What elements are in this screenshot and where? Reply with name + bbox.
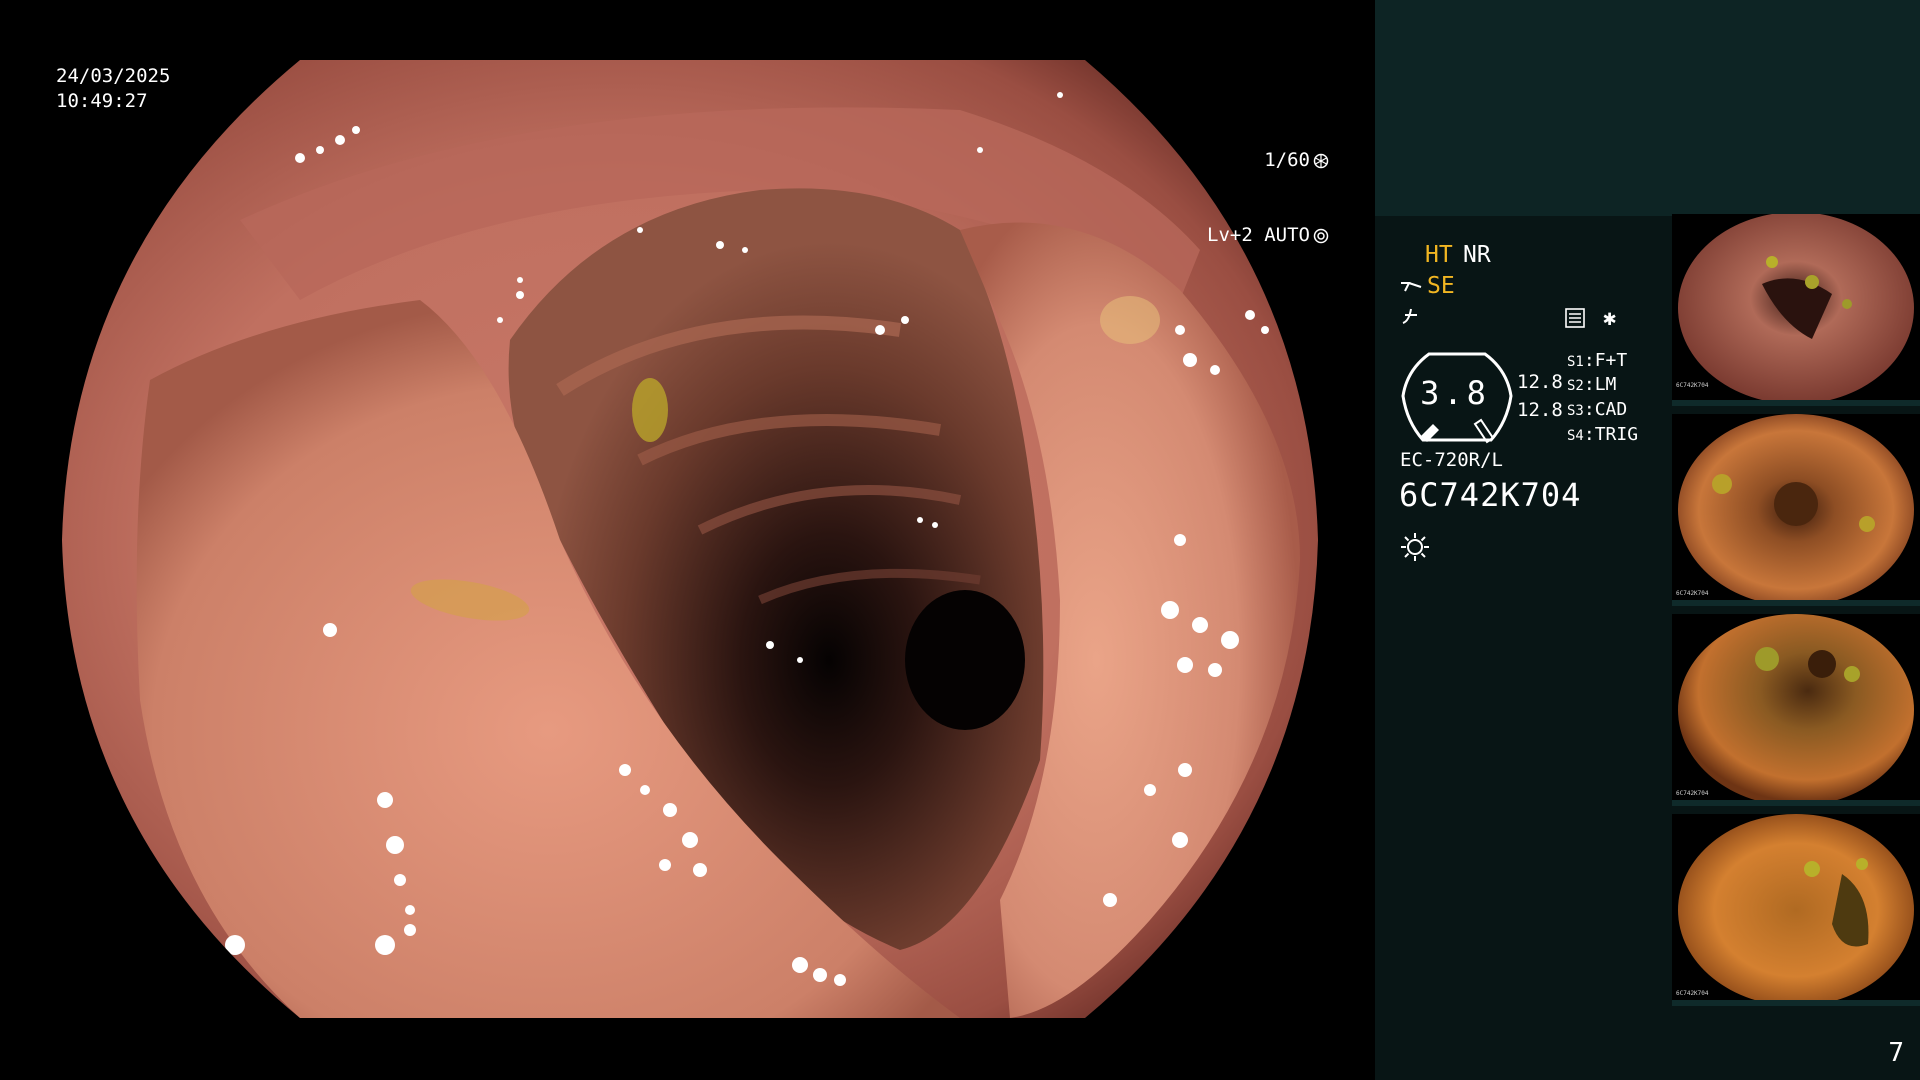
switch-label: LM	[1594, 374, 1617, 395]
record-menu-icon	[1565, 308, 1585, 328]
thumbnail-strip	[1672, 600, 1920, 606]
thumbnail-image	[1678, 214, 1914, 404]
timestamp: 24/03/2025 10:49:27	[56, 64, 170, 114]
switch-label: F+T	[1594, 350, 1628, 371]
captured-image-thumbnail[interactable]: 6C742K704	[1672, 214, 1920, 406]
switch-key: S1	[1567, 354, 1584, 370]
value-2: 12.8	[1517, 399, 1563, 421]
switch-key: S2	[1567, 378, 1584, 394]
switch-label: CAD	[1594, 399, 1628, 420]
endoscopic-view: 24/03/2025 10:49:27 1/60 Lv+2 AUTO	[0, 0, 1375, 1080]
light-level-text: Lv+2 AUTO	[1207, 224, 1310, 246]
star-icon: ✱	[1603, 306, 1617, 331]
thumbnail-strip	[1672, 800, 1920, 806]
thumbnail-serial: 6C742K704	[1676, 790, 1709, 797]
thumbnail-image	[1678, 614, 1914, 806]
switch-key: S4	[1567, 428, 1584, 444]
shutter-speed-text: 1/60	[1264, 149, 1310, 171]
panel-header-area	[1375, 0, 1920, 216]
shutter-icon	[1313, 153, 1329, 168]
thumbnail-image	[1678, 414, 1914, 606]
light-source-icon	[1401, 533, 1429, 561]
scope-model: EC-720R/L	[1400, 449, 1503, 471]
thumbnail-serial: 6C742K704	[1676, 990, 1709, 997]
zoom-value: 3.8	[1420, 374, 1490, 412]
thumbnail-strip	[1672, 1000, 1920, 1006]
switch-label: TRIG	[1594, 424, 1639, 445]
time-text: 10:49:27	[56, 90, 148, 112]
mode-ht-indicator: HT	[1425, 242, 1453, 268]
mode-nr-indicator: NR	[1463, 242, 1491, 268]
auto-iris-icon	[1313, 228, 1329, 243]
scope-switch-4: S4:TRIG	[1567, 424, 1639, 445]
thumbnail-serial: 6C742K704	[1676, 382, 1709, 389]
thumbnail-image	[1678, 814, 1914, 1006]
captured-image-thumbnail[interactable]: 6C742K704	[1672, 414, 1920, 606]
scope-switch-3: S3:CAD	[1567, 399, 1628, 420]
thumbnail-serial: 6C742K704	[1676, 590, 1709, 597]
captured-image-thumbnail[interactable]: 6C742K704	[1672, 614, 1920, 806]
mode-se-indicator: SE	[1427, 273, 1455, 299]
exposure-readout: 1/60 Lv+2 AUTO	[1207, 98, 1329, 298]
colon-lumen-image	[0, 0, 1375, 1080]
scope-switch-1: S1:F+T	[1567, 350, 1628, 371]
value-1: 12.8	[1517, 371, 1563, 393]
date-text: 24/03/2025	[56, 65, 171, 87]
scope-serial: 6C742K704	[1399, 476, 1582, 514]
freeze-icon	[1402, 308, 1417, 324]
thumbnail-strip	[1672, 400, 1920, 406]
captured-image-thumbnail[interactable]: 6C742K704	[1672, 814, 1920, 1006]
switch-key: S3	[1567, 403, 1584, 419]
structure-enhancement-icon	[1401, 282, 1422, 292]
page-number: 7	[1888, 1038, 1904, 1068]
scope-switch-2: S2:LM	[1567, 374, 1617, 395]
